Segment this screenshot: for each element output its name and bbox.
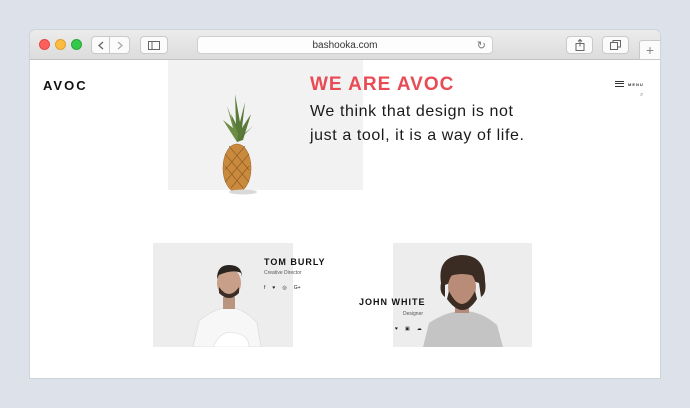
google-plus-icon[interactable]: G+ <box>294 285 301 291</box>
team-member-role: Creative Director <box>264 270 302 276</box>
team-member-socials: f ♥ ◎ G+ <box>264 285 301 291</box>
tabs-icon <box>610 40 621 50</box>
menu-button[interactable]: MENU <box>615 81 644 87</box>
sidebar-toggle-button[interactable] <box>140 36 168 54</box>
hero-title: WE ARE AVOC <box>310 74 455 95</box>
team-member-name[interactable]: JOHN WHITE <box>359 297 426 307</box>
team-member-socials: ♥ ▣ ☁ <box>395 326 422 332</box>
pineapple-illustration <box>222 94 257 195</box>
show-tabs-button[interactable] <box>602 36 629 54</box>
menu-label: MENU <box>628 81 644 87</box>
url-text: bashooka.com <box>312 39 378 51</box>
twitter-icon[interactable]: ♥ <box>272 285 275 291</box>
soundcloud-icon[interactable]: ☁ <box>417 326 422 332</box>
hamburger-icon <box>615 81 624 87</box>
browser-window: bashooka.com ↻ + AVOC MENU ⌕ WE ARE AVOC… <box>30 30 660 378</box>
instagram-icon[interactable]: ▣ <box>405 326 410 332</box>
browser-toolbar: bashooka.com ↻ + <box>30 30 660 60</box>
share-icon <box>575 39 584 51</box>
maximize-window-button[interactable] <box>71 39 82 50</box>
back-button[interactable] <box>91 36 110 54</box>
sidebar-icon <box>148 40 160 50</box>
new-tab-button[interactable]: + <box>639 40 660 60</box>
facebook-icon[interactable]: f <box>264 285 265 291</box>
search-icon[interactable]: ⌕ <box>640 92 643 99</box>
team-member-name[interactable]: TOM BURLY <box>264 257 326 267</box>
close-window-button[interactable] <box>39 39 50 50</box>
reload-icon[interactable]: ↻ <box>477 39 486 52</box>
twitter-icon[interactable]: ♥ <box>395 326 398 332</box>
dribbble-icon[interactable]: ◎ <box>282 285 286 291</box>
minimize-window-button[interactable] <box>55 39 66 50</box>
hero-tagline: We think that design is not just a tool,… <box>310 103 525 144</box>
team-member-role: Designer <box>403 311 424 317</box>
chevron-right-icon <box>117 41 123 49</box>
forward-button[interactable] <box>110 36 130 54</box>
page-content: AVOC MENU ⌕ WE ARE AVOC We think that de… <box>30 60 660 378</box>
chevron-left-icon <box>97 41 103 49</box>
address-bar[interactable]: bashooka.com ↻ <box>197 36 493 54</box>
site-logo[interactable]: AVOC <box>43 78 88 93</box>
share-button[interactable] <box>566 36 593 54</box>
